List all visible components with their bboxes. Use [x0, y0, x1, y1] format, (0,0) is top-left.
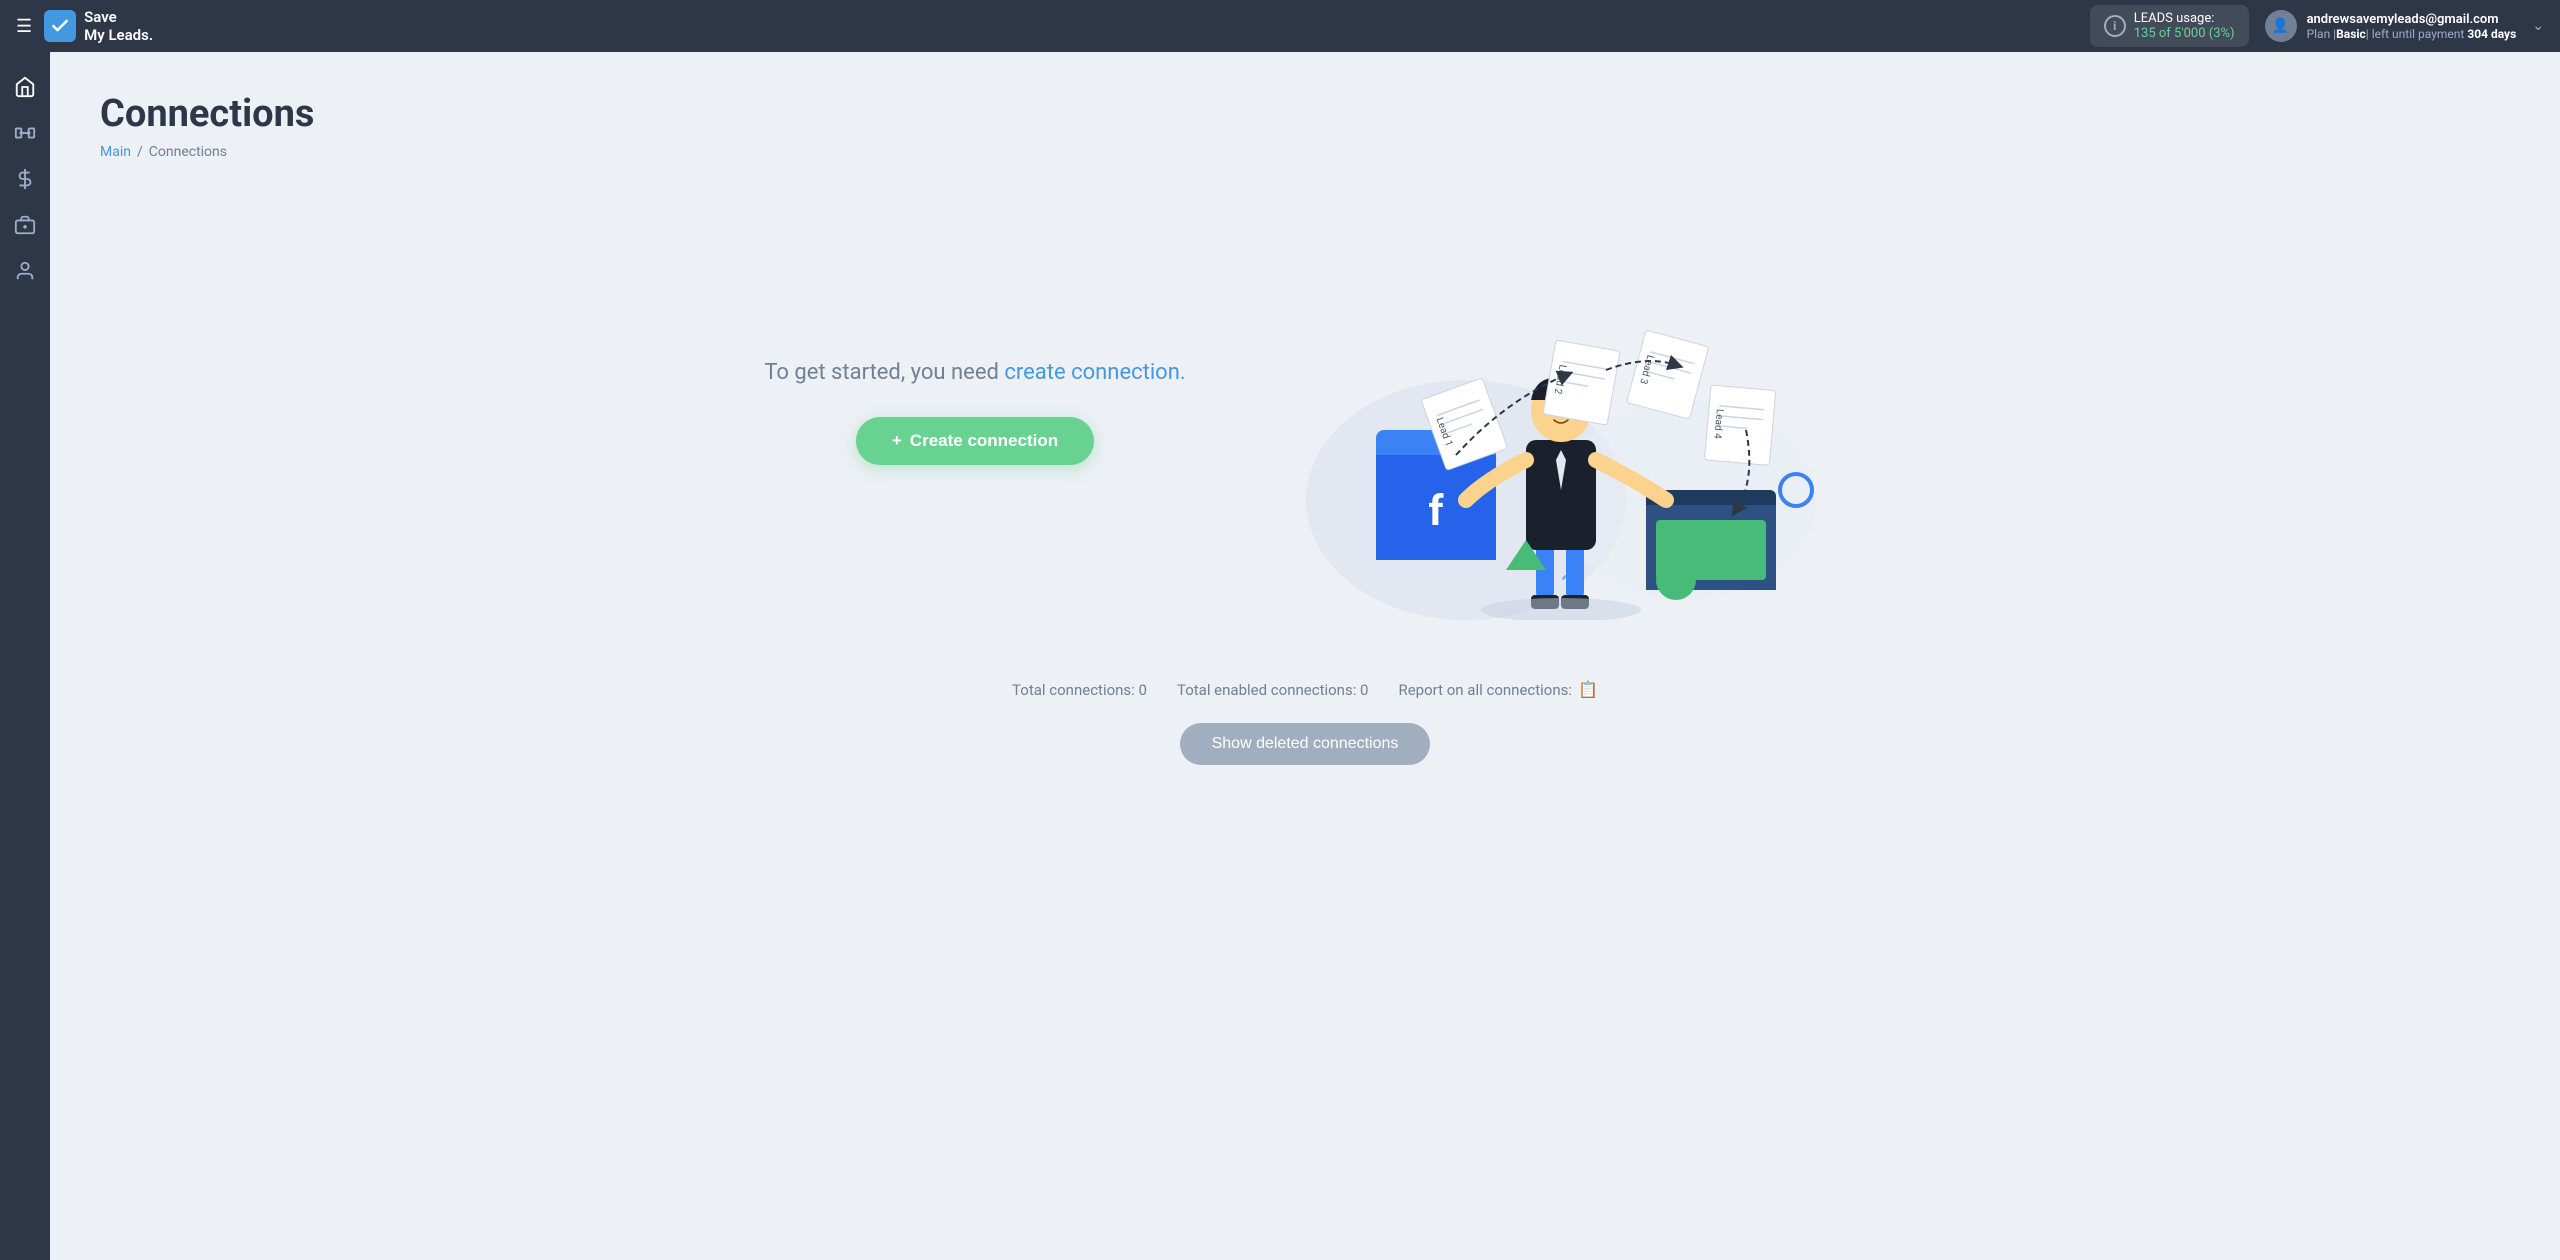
breadcrumb-current: Connections — [149, 144, 227, 160]
total-enabled-connections: Total enabled connections: 0 — [1177, 681, 1369, 699]
chevron-down-icon[interactable]: ⌄ — [2532, 18, 2544, 34]
illustration: f — [1266, 200, 1846, 620]
report-icon[interactable]: 📋 — [1578, 680, 1598, 699]
menu-icon[interactable]: ☰ — [16, 16, 32, 37]
footer-stats: Total connections: 0 Total enabled conne… — [100, 680, 2510, 699]
user-info: 👤 andrewsavemyleads@gmail.com Plan |Basi… — [2265, 10, 2517, 42]
sidebar-item-home[interactable] — [6, 68, 44, 106]
svg-text:?: ? — [1561, 569, 1574, 602]
top-navigation: ☰ SaveMy Leads. i LEADS usage: 135 of 5'… — [0, 0, 2560, 52]
info-icon: i — [2104, 15, 2126, 37]
leads-usage-widget: i LEADS usage: 135 of 5'000 (3%) — [2090, 5, 2249, 47]
sidebar-item-tools[interactable] — [6, 206, 44, 244]
plus-icon: + — [892, 431, 902, 451]
page-title: Connections — [100, 92, 2510, 136]
sidebar — [0, 52, 50, 1260]
sidebar-item-account[interactable] — [6, 252, 44, 290]
logo: SaveMy Leads. — [44, 8, 153, 44]
left-content: To get started, you need create connecti… — [764, 356, 1185, 465]
breadcrumb-main[interactable]: Main — [100, 144, 131, 160]
sidebar-item-billing[interactable] — [6, 160, 44, 198]
logo-icon — [44, 10, 76, 42]
total-connections: Total connections: 0 — [1012, 681, 1147, 699]
avatar: 👤 — [2265, 10, 2297, 42]
logo-text: SaveMy Leads. — [84, 8, 153, 44]
center-area: To get started, you need create connecti… — [100, 200, 2510, 620]
report-all-connections: Report on all connections: 📋 — [1398, 680, 1597, 699]
user-email: andrewsavemyleads@gmail.com — [2307, 12, 2517, 27]
breadcrumb: Main / Connections — [100, 144, 2510, 160]
topnav-left: ☰ SaveMy Leads. — [16, 8, 153, 44]
tagline: To get started, you need create connecti… — [764, 356, 1185, 389]
sidebar-item-connections[interactable] — [6, 114, 44, 152]
svg-text:f: f — [1428, 487, 1444, 536]
tagline-link[interactable]: create connection. — [1004, 360, 1185, 385]
create-connection-button[interactable]: + Create connection — [856, 417, 1094, 465]
leads-usage-text: LEADS usage: 135 of 5'000 (3%) — [2134, 11, 2235, 41]
create-connection-label: Create connection — [910, 431, 1058, 451]
main-content: Connections Main / Connections To get st… — [50, 52, 2560, 1260]
topnav-right: i LEADS usage: 135 of 5'000 (3%) 👤 andre… — [2090, 5, 2544, 47]
show-deleted-button[interactable]: Show deleted connections — [1180, 723, 1431, 765]
breadcrumb-separator: / — [137, 144, 143, 160]
user-plan: Plan |Basic| left until payment 304 days — [2307, 27, 2517, 41]
main-layout: Connections Main / Connections To get st… — [0, 52, 2560, 1260]
user-details: andrewsavemyleads@gmail.com Plan |Basic|… — [2307, 12, 2517, 41]
